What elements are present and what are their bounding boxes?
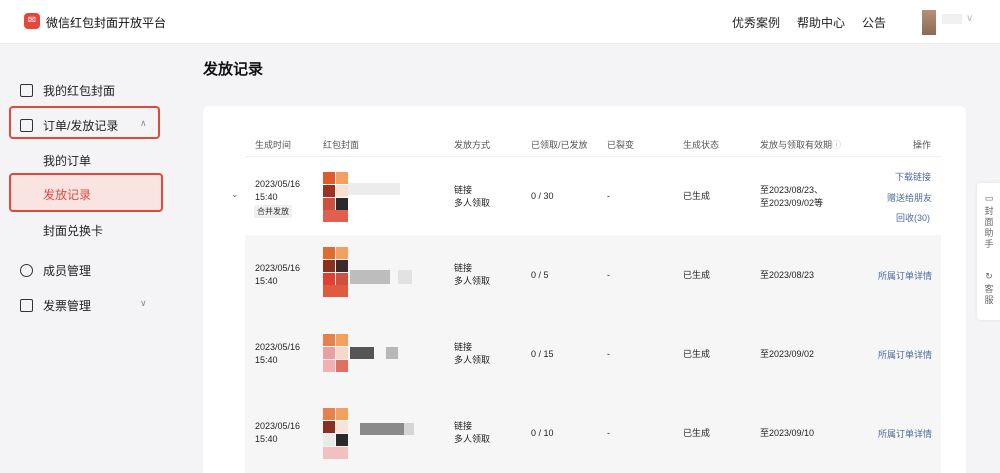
row-1-validity-more: 至2023/09/02等 xyxy=(760,198,824,208)
helper-service-button[interactable]: 客服 xyxy=(984,284,994,306)
cover-thumbnail xyxy=(323,334,348,374)
cover-name-blurred xyxy=(350,270,390,284)
row-4-time: 15:40 xyxy=(255,434,278,444)
row-1-date: 2023/05/16 xyxy=(255,179,301,189)
col-header-status: 生成状态 xyxy=(683,140,720,150)
recycle-button[interactable]: 回收(30) xyxy=(896,211,930,224)
row-2-time: 15:40 xyxy=(255,276,278,286)
row-3-fission: - xyxy=(607,349,610,359)
nav-help[interactable]: 帮助中心 xyxy=(797,14,845,31)
col-header-count: 已领取/已发放 xyxy=(531,140,588,150)
col-header-validity: 发放与领取有效期 xyxy=(760,140,833,150)
invoice-icon xyxy=(20,299,33,312)
sidebar-item-invoice[interactable]: 发票管理 xyxy=(20,297,91,314)
sidebar-sub-my-orders[interactable]: 我的订单 xyxy=(43,152,91,169)
sidebar-item-my-covers[interactable]: 我的红包封面 xyxy=(20,82,115,99)
chevron-down-icon[interactable]: ∨ xyxy=(966,13,973,24)
row-3-count: 0 / 15 xyxy=(531,349,554,359)
row-4-status: 已生成 xyxy=(683,428,711,438)
row-2-fission: - xyxy=(607,270,610,280)
cover-name-blurred xyxy=(360,423,404,435)
order-detail-link[interactable]: 所属订单详情 xyxy=(878,427,932,440)
helper-assistant-icon: ▭ xyxy=(984,193,994,203)
merged-badge: 合并发放 xyxy=(254,205,292,218)
row-1-count: 0 / 30 xyxy=(531,191,554,201)
floating-helper: ▭ 封面助手 ↻ 客服 xyxy=(977,183,1000,320)
nav-cases[interactable]: 优秀案例 xyxy=(732,14,780,31)
row-3-validity: 至2023/09/02 xyxy=(760,349,815,359)
gift-to-friend-button[interactable]: 赠送给朋友 xyxy=(887,191,932,204)
row-4-validity: 至2023/09/10 xyxy=(760,428,815,438)
row-1-method-sub: 多人领取 xyxy=(454,198,491,208)
table-row xyxy=(245,393,941,473)
row-4-count: 0 / 10 xyxy=(531,428,554,438)
row-3-method-sub: 多人领取 xyxy=(454,355,491,365)
cover-thumbnail xyxy=(323,408,348,460)
row-3-time: 15:40 xyxy=(255,355,278,365)
cover-thumbnail xyxy=(323,172,348,222)
row-1-method: 链接 xyxy=(454,185,473,195)
row-2-status: 已生成 xyxy=(683,270,711,280)
col-header-cover: 红包封面 xyxy=(323,140,360,150)
sidebar-item-orders[interactable]: 订单/发放记录 xyxy=(20,117,118,134)
sidebar-item-members[interactable]: 成员管理 xyxy=(20,262,91,279)
order-detail-link[interactable]: 所属订单详情 xyxy=(878,269,932,282)
cover-name-blurred xyxy=(350,347,374,359)
row-4-date: 2023/05/16 xyxy=(255,421,301,431)
download-link-button[interactable]: 下载链接 xyxy=(895,170,931,183)
sidebar-item-label: 订单/发放记录 xyxy=(43,119,119,133)
nav-announcement[interactable]: 公告 xyxy=(862,14,886,31)
col-header-method: 发放方式 xyxy=(454,140,491,150)
cover-thumbnail xyxy=(323,247,348,297)
header-divider xyxy=(245,156,941,157)
row-3-method: 链接 xyxy=(454,342,473,352)
row-3-status: 已生成 xyxy=(683,349,711,359)
helper-assistant-button[interactable]: 封面助手 xyxy=(984,206,994,250)
expand-chevron-icon[interactable]: ⌄ xyxy=(231,189,239,200)
sidebar-sub-exchange-card[interactable]: 封面兑换卡 xyxy=(43,222,103,239)
cover-name-blurred xyxy=(398,270,412,284)
sidebar-item-label: 成员管理 xyxy=(43,264,92,278)
row-2-method-sub: 多人领取 xyxy=(454,276,491,286)
sidebar-item-label: 发票管理 xyxy=(43,299,92,313)
row-1-fission: - xyxy=(607,191,610,201)
cover-name-blurred xyxy=(348,183,400,195)
row-1-status: 已生成 xyxy=(683,191,711,201)
col-header-actions: 操作 xyxy=(913,140,932,150)
row-2-date: 2023/05/16 xyxy=(255,263,301,273)
clipboard-icon xyxy=(20,119,33,132)
row-1-validity: 至2023/08/23、 xyxy=(760,185,824,195)
username-blurred xyxy=(942,14,962,24)
row-4-method: 链接 xyxy=(454,421,473,431)
order-detail-link[interactable]: 所属订单详情 xyxy=(878,348,932,361)
row-4-method-sub: 多人领取 xyxy=(454,434,491,444)
info-icon[interactable]: ⓘ xyxy=(832,138,841,151)
page-title: 发放记录 xyxy=(203,61,264,78)
top-bar: ✉ 微信红包封面开放平台 优秀案例 帮助中心 公告 ∨ xyxy=(0,0,1000,44)
chevron-up-icon[interactable]: ∧ xyxy=(140,118,147,129)
row-4-fission: - xyxy=(607,428,610,438)
sidebar-sub-records[interactable]: 发放记录 xyxy=(43,186,91,203)
row-1-time: 15:40 xyxy=(255,192,278,202)
row-2-method: 链接 xyxy=(454,263,473,273)
col-header-fission: 已裂变 xyxy=(607,140,635,150)
app-title: 微信红包封面开放平台 xyxy=(46,16,167,30)
cover-name-blurred xyxy=(386,347,398,359)
row-2-validity: 至2023/08/23 xyxy=(760,270,815,280)
cover-name-blurred xyxy=(404,423,414,435)
service-icon: ↻ xyxy=(985,271,993,281)
chevron-down-icon[interactable]: ∨ xyxy=(140,298,147,309)
user-icon xyxy=(20,264,33,277)
cover-icon xyxy=(20,84,33,97)
row-3-date: 2023/05/16 xyxy=(255,342,301,352)
logo-icon: ✉ xyxy=(24,13,40,29)
col-header-time: 生成时间 xyxy=(255,140,292,150)
sidebar-item-label: 我的红包封面 xyxy=(43,84,116,98)
row-2-count: 0 / 5 xyxy=(531,270,549,280)
avatar[interactable] xyxy=(922,10,936,35)
